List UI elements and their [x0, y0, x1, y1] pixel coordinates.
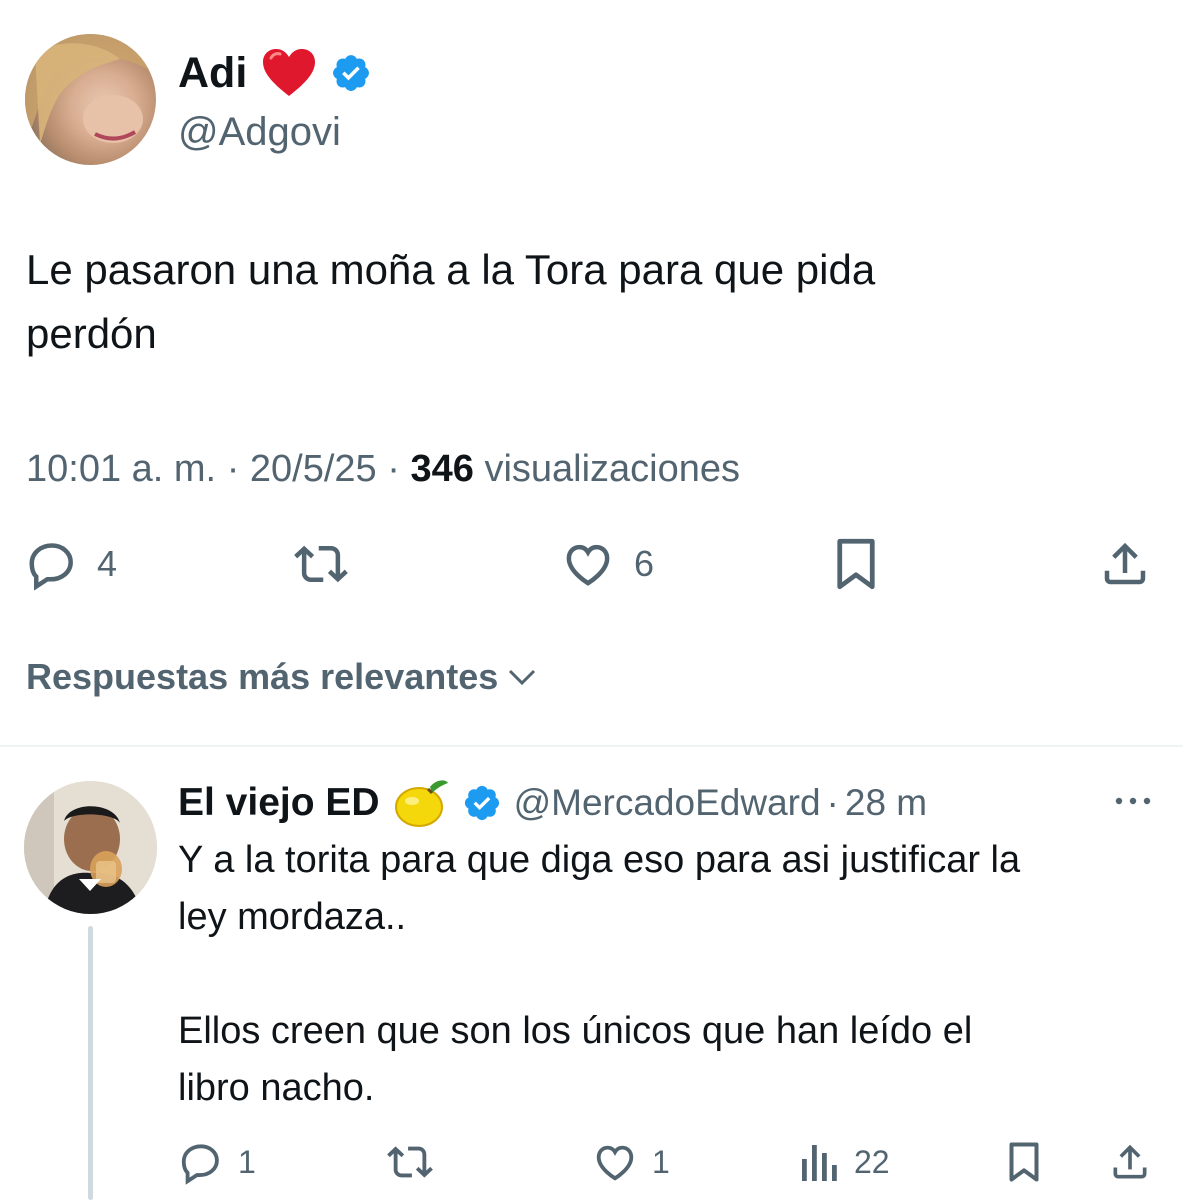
reply-views-button[interactable]: 22	[800, 1140, 890, 1184]
reply-text: Y a la torita para que diga eso para asi…	[178, 832, 1168, 1117]
reply-time[interactable]: 28 m	[845, 782, 927, 824]
like-icon	[592, 1139, 638, 1185]
like-count: 6	[634, 543, 655, 584]
reply-icon	[178, 1139, 224, 1185]
bookmark-button[interactable]	[830, 536, 882, 592]
tweet-time[interactable]: 10:01 a. m.	[26, 448, 216, 490]
reply-retweet-button[interactable]	[384, 1140, 436, 1184]
section-divider	[0, 745, 1183, 747]
share-icon	[1108, 1139, 1152, 1185]
share-button[interactable]	[1098, 536, 1152, 592]
meta-separator: ·	[226, 448, 240, 490]
author-handle[interactable]: @Adgovi	[178, 108, 341, 156]
tweet-text: Le pasaron una moña a la Tora para que p…	[26, 238, 1156, 366]
reply-text-line: libro nacho.	[178, 1067, 375, 1109]
views-count: 346	[410, 448, 474, 490]
reply-count: 1	[238, 1143, 256, 1180]
more-icon[interactable]	[1110, 786, 1156, 816]
author-name[interactable]: Adi	[178, 48, 247, 98]
tweet-date[interactable]: 20/5/25	[250, 448, 377, 490]
reply-avatar[interactable]	[24, 781, 157, 914]
heart-emoji-icon	[261, 48, 317, 98]
reply-count: 4	[97, 543, 118, 584]
share-icon	[1098, 537, 1152, 591]
reply-header: El viejo ED @MercadoEdward · 28 m	[178, 778, 927, 828]
tweet-text-line: Le pasaron una moña a la Tora para que p…	[26, 246, 876, 293]
reply-like-button[interactable]: 1	[592, 1140, 670, 1184]
tweet-text-line: perdón	[26, 310, 157, 357]
reply-sort-dropdown[interactable]: Respuestas más relevantes	[26, 656, 540, 698]
bookmark-icon	[1004, 1138, 1044, 1186]
thread-line	[88, 926, 93, 1200]
like-button[interactable]: 6	[560, 538, 654, 590]
avatar-photo	[25, 34, 156, 165]
reply-share-button[interactable]	[1108, 1138, 1152, 1186]
tweet-meta: 10:01 a. m. · 20/5/25 · 346 visualizacio…	[26, 446, 740, 492]
views-label: visualizaciones	[484, 448, 741, 490]
lemon-emoji-icon	[392, 777, 450, 829]
like-icon	[560, 537, 616, 591]
reply-reply-button[interactable]: 1	[178, 1139, 256, 1185]
verified-badge-icon[interactable]	[330, 52, 372, 94]
bookmark-icon	[830, 535, 882, 593]
chevron-down-icon	[504, 659, 540, 695]
reply-icon	[25, 537, 79, 591]
reply-button[interactable]: 4	[25, 537, 118, 591]
retweet-button[interactable]	[290, 538, 352, 590]
verified-badge-icon[interactable]	[462, 783, 502, 823]
views-count: 22	[854, 1143, 890, 1180]
reply-text-line: ley mordaza..	[178, 896, 407, 938]
reply-text-line: Y a la torita para que diga eso para asi…	[178, 839, 1021, 881]
avatar-photo	[24, 781, 157, 914]
views-icon	[800, 1141, 840, 1183]
reply-bookmark-button[interactable]	[1004, 1138, 1044, 1186]
reply-text-line: Ellos creen que son los únicos que han l…	[178, 1010, 973, 1052]
like-count: 1	[652, 1143, 670, 1180]
meta-separator: ·	[826, 782, 839, 823]
reply-author-name[interactable]: El viejo ED	[178, 781, 380, 825]
reply-author-handle[interactable]: @MercadoEdward	[514, 782, 821, 824]
meta-separator: ·	[387, 448, 400, 490]
retweet-icon	[290, 537, 352, 591]
author-avatar[interactable]	[25, 34, 156, 165]
retweet-icon	[384, 1139, 436, 1185]
reply-sort-label: Respuestas más relevantes	[26, 656, 499, 697]
